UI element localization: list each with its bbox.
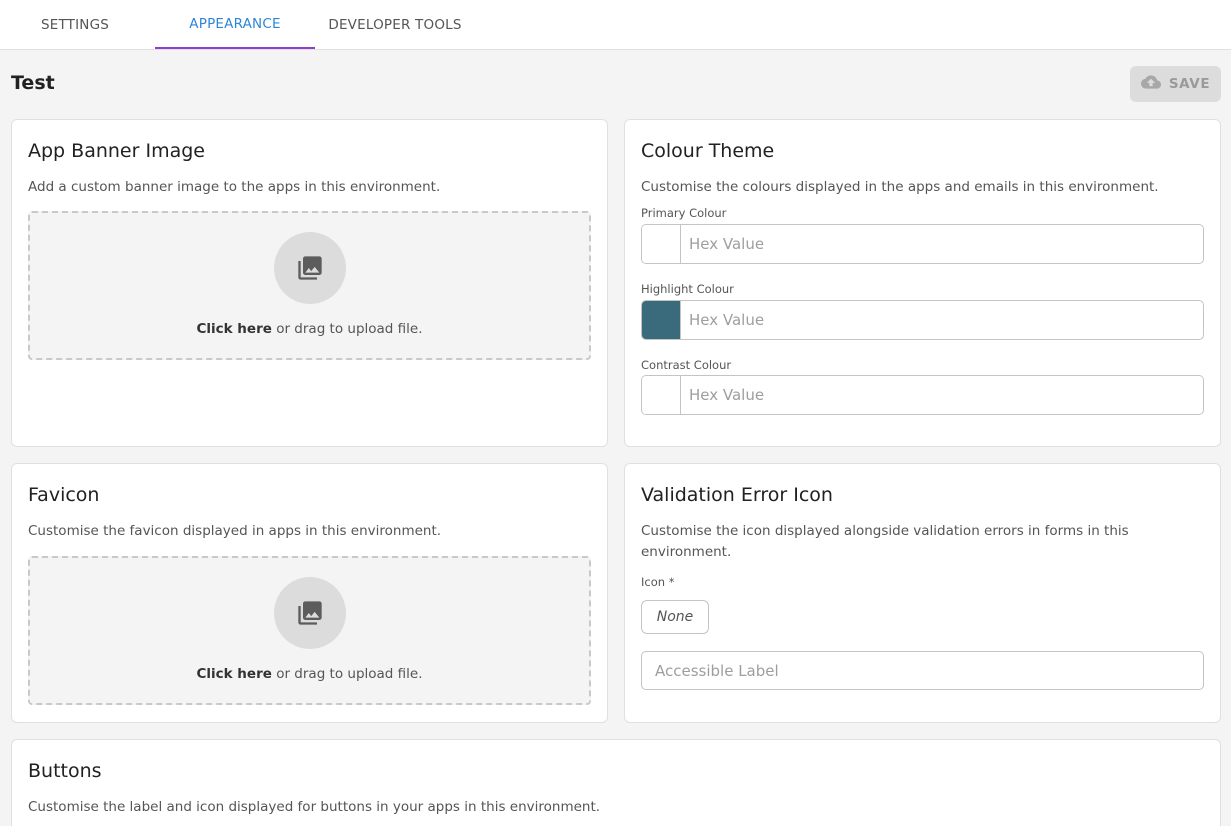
highlight-colour-swatch[interactable] [642,301,681,339]
tab-developer-tools[interactable]: DEVELOPER TOOLS [315,0,475,49]
colour-theme-description: Customise the colours displayed in the a… [641,179,1159,195]
contrast-colour-field [641,375,1204,415]
colour-theme-title: Colour Theme [641,140,775,162]
buttons-description: Customise the label and icon displayed f… [28,799,601,815]
page-title: Test [11,72,55,94]
icon-picker[interactable]: None [641,600,709,634]
primary-colour-label: Primary Colour [641,206,727,220]
favicon-dropzone[interactable]: Click here or drag to upload file. [28,556,591,705]
tab-settings[interactable]: SETTINGS [0,0,155,49]
validation-description: Customise the icon displayed alongside v… [641,523,1129,560]
banner-title: App Banner Image [28,140,205,162]
buttons-card: Buttons Customise the label and icon dis… [11,739,1221,826]
highlight-colour-input[interactable] [681,301,1203,339]
primary-colour-field [641,224,1204,264]
tab-bar: SETTINGS APPEARANCE DEVELOPER TOOLS [0,0,1231,50]
highlight-colour-label: Highlight Colour [641,282,734,296]
contrast-colour-label: Contrast Colour [641,358,732,372]
banner-upload-link[interactable]: Click here [196,321,271,337]
banner-card: App Banner Image Add a custom banner ima… [11,119,608,447]
validation-title: Validation Error Icon [641,484,833,506]
image-icon [274,577,346,649]
contrast-colour-swatch[interactable] [642,376,681,414]
favicon-upload-link[interactable]: Click here [196,666,271,682]
contrast-colour-input[interactable] [681,376,1203,414]
banner-description: Add a custom banner image to the apps in… [28,179,441,195]
save-button[interactable]: SAVE [1130,66,1221,102]
icon-field-label: Icon * [641,575,675,589]
favicon-upload-text: Click here or drag to upload file. [196,666,423,682]
favicon-description: Customise the favicon displayed in apps … [28,523,442,539]
highlight-colour-field [641,300,1204,340]
banner-dropzone[interactable]: Click here or drag to upload file. [28,211,591,360]
accessible-label-input[interactable] [641,651,1204,690]
cloud-upload-icon [1140,75,1161,93]
save-button-label: SAVE [1168,76,1211,92]
favicon-card: Favicon Customise the favicon displayed … [11,463,608,723]
colour-theme-card: Colour Theme Customise the colours displ… [624,119,1221,447]
tab-appearance[interactable]: APPEARANCE [155,0,315,49]
favicon-title: Favicon [28,484,100,506]
primary-colour-input[interactable] [681,225,1203,263]
buttons-title: Buttons [28,760,102,782]
image-icon [274,232,346,304]
primary-colour-swatch[interactable] [642,225,681,263]
validation-icon-card: Validation Error Icon Customise the icon… [624,463,1221,723]
banner-upload-text: Click here or drag to upload file. [196,321,423,337]
